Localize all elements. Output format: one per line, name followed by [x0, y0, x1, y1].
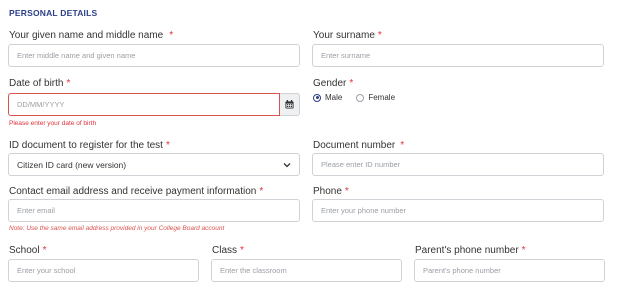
class-label: Class *: [212, 245, 244, 256]
required-mark: *: [349, 78, 354, 89]
required-mark: *: [66, 78, 71, 89]
dob-error-text: Please enter your date of birth: [9, 120, 97, 127]
calendar-icon: [285, 100, 294, 109]
phone-label: Phone *: [313, 186, 349, 197]
dob-input[interactable]: DD/MM/YYYY: [8, 93, 280, 116]
required-mark: *: [400, 140, 405, 151]
document-number-input[interactable]: Please enter ID number: [312, 153, 604, 176]
id-document-label: ID document to register for the test *: [9, 140, 170, 151]
parent-phone-input[interactable]: Parent's phone number: [414, 259, 605, 282]
id-document-select[interactable]: Citizen ID card (new version): [8, 153, 300, 176]
parent-phone-label: Parent's phone number *: [415, 245, 526, 256]
given-name-input[interactable]: Enter middle name and given name: [8, 44, 300, 67]
chevron-down-icon: [283, 162, 291, 167]
email-label: Contact email address and receive paymen…: [9, 186, 264, 197]
surname-label: Your surname *: [313, 30, 382, 41]
email-input[interactable]: Enter email: [8, 199, 300, 222]
required-mark: *: [259, 186, 264, 197]
surname-input[interactable]: Enter surname: [312, 44, 604, 67]
given-name-label: Your given name and middle name *: [9, 30, 174, 41]
school-label: School *: [9, 245, 47, 256]
radio-button[interactable]: [356, 93, 365, 102]
required-mark: *: [169, 30, 174, 41]
gender-option-male[interactable]: Male: [313, 93, 342, 102]
gender-option-female[interactable]: Female: [356, 93, 395, 102]
email-note: Note: Use the same email address provide…: [9, 225, 225, 232]
required-mark: *: [377, 30, 382, 41]
section-title: PERSONAL DETAILS: [9, 8, 98, 18]
required-mark: *: [240, 245, 244, 256]
document-number-label: Document number *: [313, 140, 405, 151]
calendar-button[interactable]: [280, 93, 300, 116]
required-mark: *: [521, 245, 526, 256]
school-input[interactable]: Enter your school: [8, 259, 199, 282]
required-mark: *: [344, 186, 349, 197]
phone-input[interactable]: Enter your phone number: [312, 199, 604, 222]
radio-button[interactable]: [313, 93, 321, 102]
class-input[interactable]: Enter the classroom: [211, 259, 402, 282]
required-mark: *: [42, 245, 47, 256]
dob-label: Date of birth *: [9, 78, 71, 89]
gender-label: Gender *: [313, 78, 354, 89]
gender-radio-group: Male Female: [313, 93, 395, 102]
required-mark: *: [165, 140, 170, 151]
